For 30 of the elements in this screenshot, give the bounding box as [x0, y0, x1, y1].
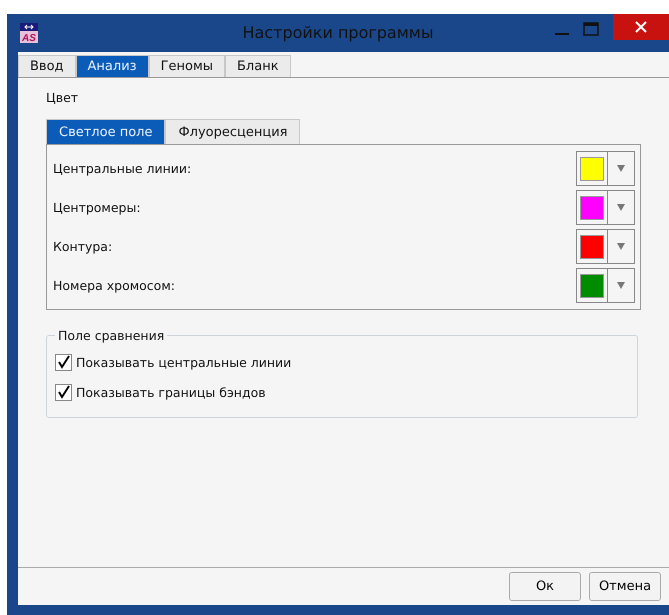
- color-picker[interactable]: [576, 151, 635, 186]
- dropdown-arrow-icon: [617, 282, 625, 289]
- dropdown-arrow-icon: [617, 204, 625, 211]
- close-icon: [635, 21, 647, 33]
- checkbox[interactable]: [55, 384, 72, 400]
- checkbox[interactable]: [55, 354, 72, 370]
- dropdown-arrow-icon: [617, 165, 625, 172]
- color-picker[interactable]: [576, 190, 635, 225]
- tab[interactable]: Светлое поле: [46, 119, 166, 144]
- color-label: Центромеры:: [53, 200, 141, 215]
- tab[interactable]: Геномы: [148, 55, 226, 77]
- tab[interactable]: Флуоресценция: [165, 119, 300, 144]
- color-label: Контура:: [53, 239, 112, 254]
- color-label: Номера хромосом:: [53, 278, 175, 293]
- maximize-icon[interactable]: [583, 22, 599, 36]
- dropdown-arrow-icon: [617, 243, 625, 250]
- color-label: Центральные линии:: [53, 161, 192, 176]
- tab[interactable]: Ввод: [18, 55, 76, 77]
- section-title: Цвет: [46, 90, 78, 105]
- color-picker[interactable]: [576, 229, 635, 264]
- window-title: Настройки программы: [242, 23, 434, 42]
- color-picker[interactable]: [576, 268, 635, 303]
- ok-button[interactable]: Ок: [509, 572, 581, 601]
- checkbox-label: Показывать центральные линии: [76, 354, 292, 370]
- tab[interactable]: Анализ: [76, 55, 149, 77]
- group-title: Поле сравнения: [57, 328, 166, 343]
- close-button[interactable]: [613, 14, 669, 40]
- cancel-button[interactable]: Отмена: [589, 572, 661, 601]
- checkbox-label: Показывать границы бэндов: [76, 384, 266, 400]
- tab[interactable]: Бланк: [225, 55, 291, 77]
